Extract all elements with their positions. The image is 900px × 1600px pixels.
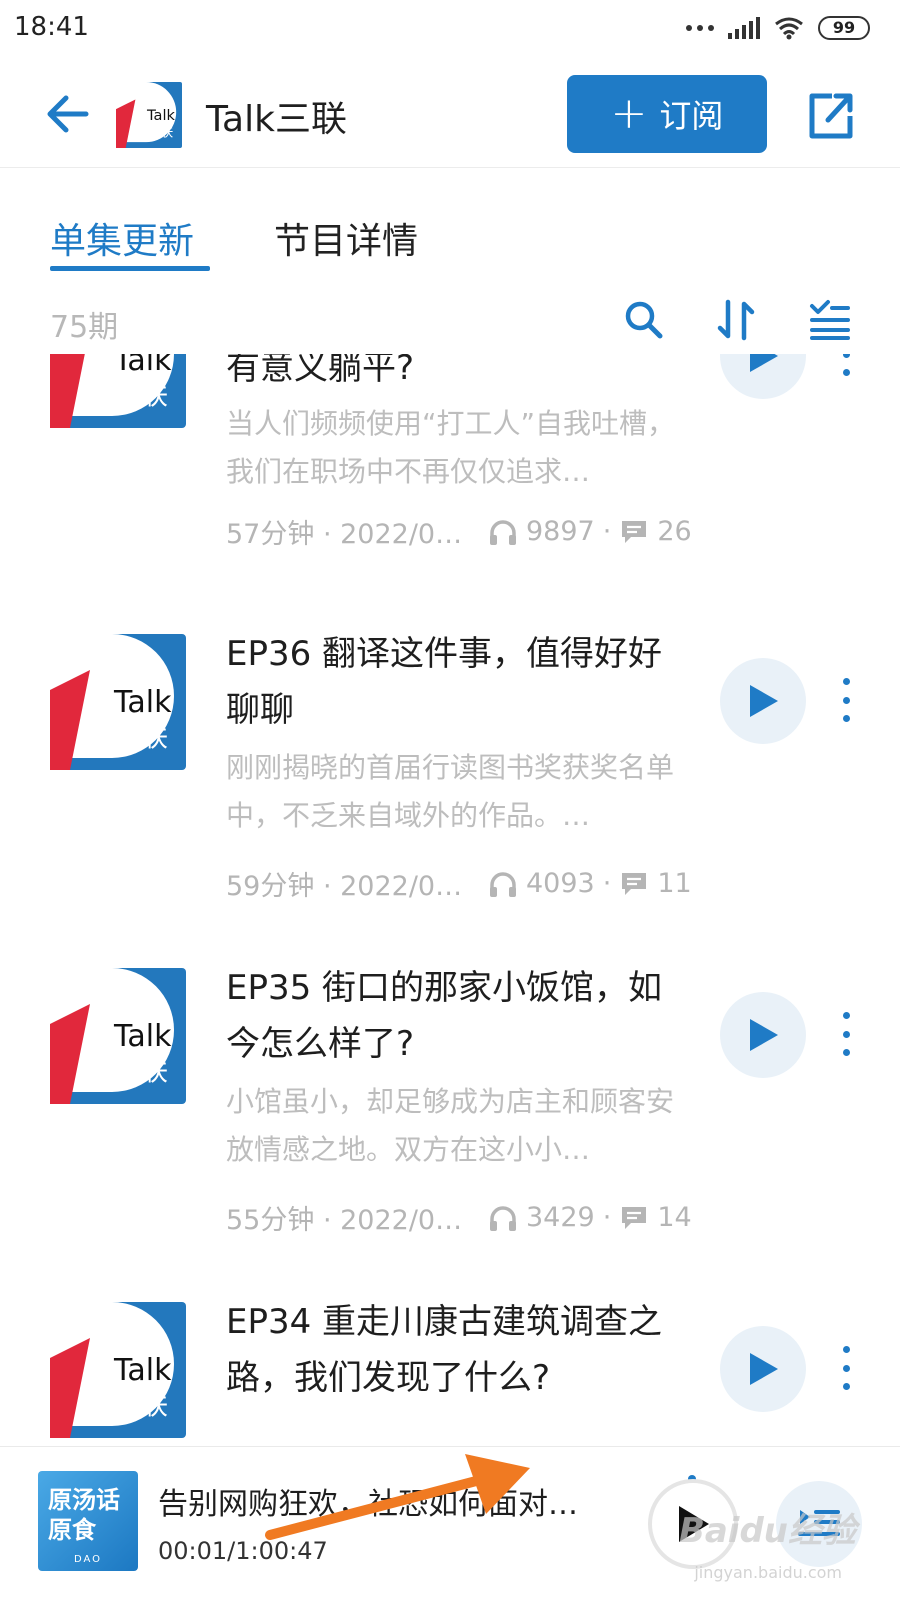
back-button[interactable]	[42, 88, 98, 140]
episode-comments: 26	[657, 516, 692, 547]
episode-duration-date: 57分钟 · 2022/0…	[226, 519, 463, 550]
tab-details[interactable]: 节目详情	[274, 212, 418, 264]
cover-logo-line1: Talk	[113, 1019, 172, 1054]
more-options-button[interactable]	[836, 678, 856, 722]
share-external-icon	[809, 93, 853, 139]
cover-logo-line2: 三联	[112, 378, 168, 411]
episode-title: 有意义躺平?	[226, 354, 415, 388]
tab-indicator	[50, 266, 210, 271]
play-button[interactable]	[720, 992, 806, 1078]
subscribe-label: 订阅	[659, 97, 724, 135]
battery-icon: 99	[818, 16, 870, 40]
play-icon	[750, 1019, 778, 1051]
episode-cover: Talk 三联	[50, 634, 186, 770]
episode-item[interactable]: Talk 三联 EP34 重走川康古建筑调查之路，我们发现了什么?	[0, 1302, 900, 1444]
episode-title: EP35 街口的那家小饭馆，如今怎么样了?	[226, 968, 663, 1064]
episode-plays: 9897	[526, 516, 595, 547]
episode-duration-date: 59分钟 · 2022/0…	[226, 871, 463, 902]
subscribe-button[interactable]: + 订阅	[567, 75, 767, 153]
status-time: 18:41	[14, 12, 89, 42]
more-dots-icon	[686, 25, 714, 31]
filter-button[interactable]	[808, 298, 852, 342]
share-button[interactable]	[802, 88, 858, 144]
filter-list-icon	[810, 300, 850, 340]
watermark-logo: Baidu经验	[678, 1511, 856, 1551]
more-options-button[interactable]	[836, 354, 856, 376]
cover-logo-line2: 三联	[112, 1054, 168, 1087]
episode-item[interactable]: Talk 三联 EP35 街口的那家小饭馆，如今怎么样了? 小馆虽小，却足够成为…	[0, 968, 900, 1308]
more-options-button[interactable]	[836, 1012, 856, 1056]
search-button[interactable]	[622, 298, 666, 342]
comment-icon	[622, 872, 647, 895]
episode-plays: 4093	[526, 868, 595, 899]
episode-cover: Talk 三联	[50, 354, 186, 428]
episode-list: Talk 三联 有意义躺平? 当人们频频使用“打工人”自我吐槽，我们在职场中不再…	[0, 354, 900, 1444]
episode-description: 小馆虽小，却足够成为店主和顾客安放情感之地。双方在这小小…	[226, 1085, 675, 1166]
svg-text:三联: 三联	[146, 124, 174, 140]
episode-item[interactable]: Talk 三联 EP36 翻译这件事，值得好好聊聊 刚刚揭晓的首届行读图书奖获奖…	[0, 634, 900, 974]
play-button[interactable]	[720, 1326, 806, 1412]
episode-description: 刚刚揭晓的首届行读图书奖获奖名单中，不乏来自域外的作品。…	[226, 751, 675, 832]
play-button[interactable]	[720, 354, 806, 399]
podcast-logo: Talk 三联	[116, 82, 182, 148]
svg-text:Talk: Talk	[146, 107, 175, 124]
play-button[interactable]	[720, 658, 806, 744]
podcast-title: Talk三联	[206, 99, 347, 140]
episode-description: 当人们频频使用“打工人”自我吐槽，我们在职场中不再仅仅追求…	[226, 407, 676, 488]
headphones-icon	[490, 871, 516, 897]
status-icons: 99	[686, 16, 870, 40]
header: Talk 三联 Talk三联 + 订阅	[0, 64, 900, 168]
episode-cover: Talk 三联	[50, 1302, 186, 1438]
now-playing-cover: 原汤话原食 DAO	[38, 1471, 138, 1571]
episode-count: 75期	[50, 310, 119, 345]
now-playing-title: 告别网购狂欢，社恐如何面对…	[158, 1487, 578, 1522]
arrow-left-icon	[47, 95, 89, 133]
wifi-icon	[775, 17, 803, 40]
now-playing-cover-sub: DAO	[73, 1554, 103, 1565]
play-icon	[750, 354, 778, 372]
more-options-button[interactable]	[836, 1346, 856, 1390]
cover-logo-line1: Talk	[113, 685, 172, 720]
cover-logo-line1: Talk	[113, 354, 172, 378]
episode-meta: 59分钟 · 2022/0… 4093 · 11	[226, 864, 692, 903]
episode-comments: 11	[657, 868, 692, 899]
cover-logo-line2: 三联	[112, 720, 168, 753]
episode-title: EP36 翻译这件事，值得好好聊聊	[226, 634, 663, 730]
tab-episodes[interactable]: 单集更新	[50, 212, 194, 264]
search-icon	[625, 301, 663, 339]
cover-logo-line2: 三联	[112, 1388, 168, 1421]
episode-plays: 3429	[526, 1202, 595, 1233]
episode-comments: 14	[657, 1202, 692, 1233]
sort-icon	[717, 299, 755, 341]
cover-logo-line1: Talk	[113, 1353, 172, 1388]
episode-duration-date: 55分钟 · 2022/0…	[226, 1205, 463, 1236]
watermark-url: jingyan.baidu.com	[694, 1563, 842, 1582]
now-playing-time: 00:01/1:00:47	[158, 1537, 328, 1565]
tab-bar: 单集更新 节目详情	[0, 200, 900, 280]
episode-meta: 57分钟 · 2022/0… 9897 · 26	[226, 512, 692, 551]
headphones-icon	[490, 519, 516, 545]
comment-icon	[622, 520, 647, 543]
headphones-icon	[490, 1205, 516, 1231]
sort-button[interactable]	[714, 298, 758, 342]
plus-icon: +	[610, 88, 648, 139]
status-bar: 18:41 99	[0, 0, 900, 64]
signal-icon	[728, 17, 760, 39]
comment-icon	[622, 1206, 647, 1229]
play-icon	[750, 1353, 778, 1385]
play-icon	[750, 685, 778, 717]
episode-title: EP34 重走川康古建筑调查之路，我们发现了什么?	[226, 1302, 663, 1398]
episode-cover: Talk 三联	[50, 968, 186, 1104]
now-playing-cover-text: 原汤话原食	[48, 1485, 120, 1544]
episode-meta: 55分钟 · 2022/0… 3429 · 14	[226, 1198, 692, 1237]
